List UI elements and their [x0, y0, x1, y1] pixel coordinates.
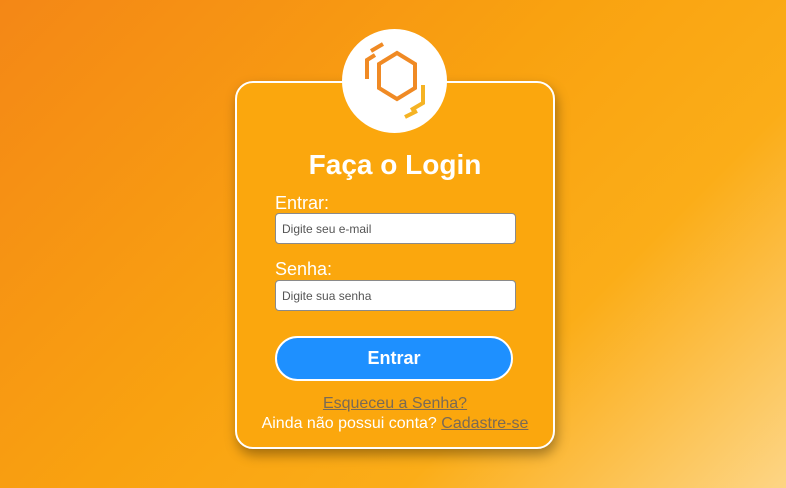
- login-button[interactable]: Entrar: [275, 336, 513, 381]
- forgot-password-link[interactable]: Esqueceu a Senha?: [323, 395, 467, 412]
- signup-link[interactable]: Cadastre-se: [441, 415, 528, 432]
- logo-badge: [342, 29, 447, 133]
- email-label: Entrar:: [275, 193, 330, 213]
- forgot-password-row: Esqueceu a Senha?: [237, 395, 553, 413]
- password-field[interactable]: [275, 280, 516, 311]
- password-label: Senha:: [275, 259, 333, 279]
- login-card: Faça o Login Entrar: Senha: Entrar Esque…: [235, 81, 555, 449]
- signup-row: Ainda não possui conta? Cadastre-se: [237, 415, 553, 433]
- email-field[interactable]: [275, 213, 516, 244]
- hexagon-logo-icon: [364, 42, 425, 119]
- page-title: Faça o Login: [308, 149, 482, 180]
- no-account-text: Ainda não possui conta?: [261, 415, 437, 432]
